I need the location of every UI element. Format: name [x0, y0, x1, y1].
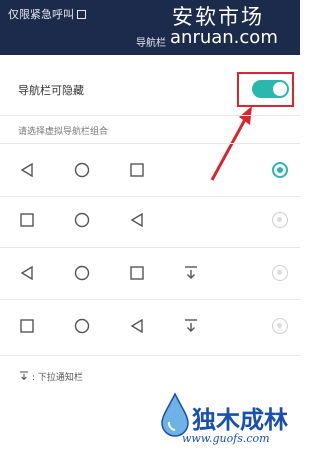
pull-down-icon [20, 371, 28, 381]
home-icon [73, 211, 91, 229]
home-icon [73, 161, 91, 179]
nav-hide-switch[interactable] [252, 80, 289, 98]
recent-icon [18, 317, 36, 335]
back-icon [128, 317, 146, 335]
watermark-brand: 独木成林 [192, 405, 288, 434]
pull-down-icon [182, 264, 200, 282]
combo-radio-2[interactable] [272, 212, 288, 228]
back-icon [128, 211, 146, 229]
combo-radio-4[interactable] [272, 318, 288, 334]
back-icon [18, 161, 36, 179]
page-title: 导航栏 [136, 38, 166, 49]
nav-hide-label: 导航栏可隐藏 [18, 84, 84, 97]
recent-icon [128, 264, 146, 282]
status-text: 仅限紧急呼叫 [8, 6, 86, 22]
recent-icon [18, 211, 36, 229]
combo-row-2[interactable] [0, 197, 300, 249]
combo-row-1[interactable] [0, 144, 300, 196]
back-icon [18, 264, 36, 282]
sim-icon [77, 10, 86, 19]
combo-radio-3[interactable] [272, 265, 288, 281]
recent-icon [128, 161, 146, 179]
combo-radio-1[interactable] [272, 162, 288, 178]
switch-knob [273, 82, 287, 96]
combo-row-3[interactable] [0, 248, 300, 300]
pull-down-legend: : 下拉通知栏 [18, 370, 83, 383]
status-bar: 仅限紧急呼叫 导航栏 安软市场 anruan.com [0, 0, 300, 55]
pull-down-icon [182, 317, 200, 335]
watermark-url: www.guofs.com [182, 432, 270, 445]
legend-text: : 下拉通知栏 [32, 373, 83, 383]
combo-section-label: 请选择虚拟导航栏组合 [18, 127, 109, 137]
divider [0, 355, 300, 356]
home-icon [73, 317, 91, 335]
watermark-top-line2: anruan.com [170, 27, 278, 48]
combo-row-4[interactable] [0, 300, 300, 352]
divider [0, 115, 300, 116]
home-icon [73, 264, 91, 282]
status-label: 仅限紧急呼叫 [8, 8, 74, 21]
